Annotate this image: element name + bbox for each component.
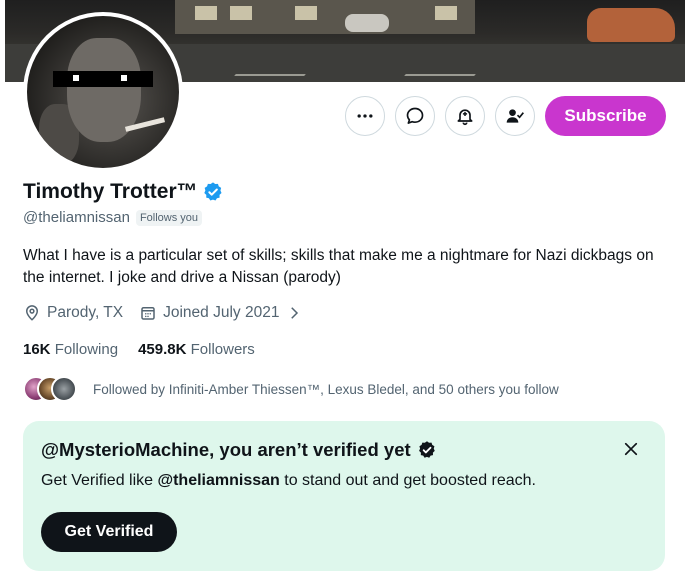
avatar-image <box>27 16 179 168</box>
close-icon <box>624 442 638 456</box>
verify-desc-prefix: Get Verified like <box>41 472 158 489</box>
chevron-right-icon <box>291 307 299 319</box>
banner-car <box>587 8 675 42</box>
verify-desc-suffix: to stand out and get boosted reach. <box>279 472 536 489</box>
followers-label: Followers <box>190 341 255 358</box>
followed-by-avatars <box>23 376 79 402</box>
profile-avatar[interactable] <box>23 12 183 172</box>
verify-card: @MysterioMachine, you aren’t verified ye… <box>23 421 665 571</box>
following-button[interactable] <box>495 96 535 136</box>
calendar-icon <box>141 307 155 320</box>
banner-window <box>195 6 217 20</box>
verify-desc-handle[interactable]: @theliamnissan <box>158 472 280 489</box>
verify-card-description: Get Verified like @theliamnissan to stan… <box>41 472 536 490</box>
profile-location: Parody, TX <box>23 304 123 322</box>
handle-row: @theliamnissan Follows you <box>23 209 203 226</box>
profile-actions: Subscribe <box>345 96 666 136</box>
followed-by-text: Followed by Infiniti-Amber Thiessen™, Le… <box>93 381 559 397</box>
following-count: 16K <box>23 341 51 358</box>
more-button[interactable] <box>345 96 385 136</box>
message-button[interactable] <box>395 96 435 136</box>
verified-badge-icon[interactable] <box>202 181 224 203</box>
avatar-sunglasses <box>53 71 153 87</box>
banner-parking-line <box>404 74 476 76</box>
banner-car <box>345 14 389 32</box>
notification-button[interactable] <box>445 96 485 136</box>
mini-avatar <box>51 376 77 402</box>
location-text: Parody, TX <box>47 304 124 321</box>
following-label: Following <box>54 341 119 358</box>
follows-you-badge: Follows you <box>135 209 203 226</box>
notification-bell-icon <box>457 109 473 126</box>
followers-link[interactable]: 459.8K Followers <box>138 341 255 358</box>
banner-building <box>175 0 475 34</box>
subscribe-button[interactable]: Subscribe <box>545 96 666 136</box>
profile-meta: Parody, TX Joined July 2021 <box>23 304 303 322</box>
get-verified-button[interactable]: Get Verified <box>41 512 177 552</box>
banner-parking-line <box>234 74 306 76</box>
banner-window <box>230 6 252 20</box>
followers-count: 459.8K <box>138 341 187 358</box>
verified-badge-dark-icon <box>418 441 435 458</box>
banner-window <box>435 6 457 20</box>
message-icon <box>406 107 424 124</box>
profile-joined[interactable]: Joined July 2021 <box>139 304 303 322</box>
profile-stats: 16K Following 459.8K Followers <box>23 341 255 358</box>
verify-title-text: @MysterioMachine, you aren’t verified ye… <box>41 439 411 460</box>
person-check-icon <box>506 109 524 123</box>
profile-bio: What I have is a particular set of skill… <box>23 247 654 286</box>
close-button[interactable] <box>619 437 643 461</box>
followed-by-row[interactable]: Followed by Infiniti-Amber Thiessen™, Le… <box>23 376 559 402</box>
user-handle: @theliamnissan <box>23 209 130 226</box>
location-pin-icon <box>25 305 39 321</box>
joined-text: Joined July 2021 <box>163 304 280 321</box>
verify-card-title: @MysterioMachine, you aren’t verified ye… <box>41 439 437 461</box>
display-name: Timothy Trotter™ <box>23 180 198 203</box>
banner-window <box>295 6 317 20</box>
following-link[interactable]: 16K Following <box>23 341 118 358</box>
more-horizontal-icon <box>357 114 373 118</box>
display-name-row: Timothy Trotter™ <box>23 180 224 204</box>
